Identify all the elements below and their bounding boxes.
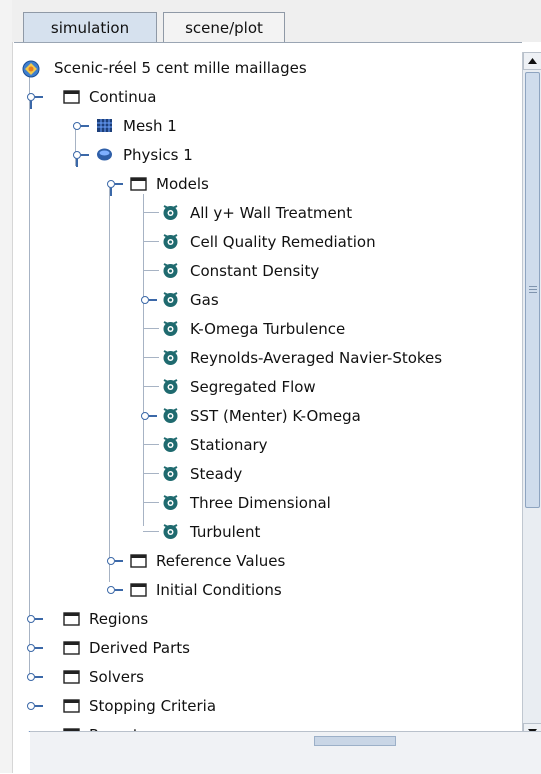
collapse-toggle-icon[interactable]	[25, 670, 43, 684]
tree-root-label: Scenic-réel 5 cent mille maillages	[54, 58, 307, 77]
folder-icon	[63, 698, 80, 713]
model-gear-icon	[162, 262, 179, 279]
tree-item-mesh[interactable]: Mesh 1	[14, 111, 522, 140]
vertical-scrollbar[interactable]	[522, 52, 541, 741]
tree-item-model[interactable]: All y+ Wall Treatment	[14, 198, 522, 227]
tree-item-label: Continua	[89, 87, 157, 106]
physics-icon	[96, 147, 113, 162]
model-gear-icon	[162, 465, 179, 482]
model-gear-icon	[162, 523, 179, 540]
tree-item-solvers[interactable]: Solvers	[14, 662, 522, 691]
folder-icon	[130, 582, 147, 597]
horizontal-scrollbar-thumb[interactable]	[314, 736, 396, 746]
expand-toggle-icon[interactable]	[71, 148, 89, 167]
tree-item-stopping-criteria[interactable]: Stopping Criteria	[14, 691, 522, 720]
model-gear-icon	[162, 378, 179, 395]
collapse-toggle-icon[interactable]	[71, 119, 89, 133]
model-gear-icon	[162, 436, 179, 453]
tree-item-label: Cell Quality Remediation	[190, 232, 376, 251]
tree-item-models[interactable]: Models	[14, 169, 522, 198]
tree-item-model[interactable]: SST (Menter) K-Omega	[14, 401, 522, 430]
model-gear-icon	[162, 320, 179, 337]
folder-icon	[63, 89, 80, 104]
scrollbar-thumb[interactable]	[525, 72, 540, 508]
tree-item-model[interactable]: Turbulent	[14, 517, 522, 546]
collapse-toggle-icon[interactable]	[139, 293, 157, 307]
tree-root[interactable]: Scenic-réel 5 cent mille maillages	[14, 53, 522, 82]
model-gear-icon	[162, 349, 179, 366]
tree-item-label: K-Omega Turbulence	[190, 319, 346, 338]
tree-item-label: Steady	[190, 464, 243, 483]
tree-item-label: All y+ Wall Treatment	[190, 203, 353, 222]
tree-item-physics[interactable]: Physics 1	[14, 140, 522, 169]
collapse-toggle-icon[interactable]	[139, 409, 157, 423]
mesh-grid-icon	[96, 118, 113, 133]
folder-icon	[63, 669, 80, 684]
model-gear-icon	[162, 204, 179, 221]
tree-item-label: Three Dimensional	[190, 493, 331, 512]
tree-item-model[interactable]: Gas	[14, 285, 522, 314]
scroll-up-button[interactable]	[523, 52, 541, 70]
tree-item-label: Solvers	[89, 667, 144, 686]
tree-item-label: Mesh 1	[123, 116, 177, 135]
tree-item-model[interactable]: Cell Quality Remediation	[14, 227, 522, 256]
tree-item-label: Reynolds-Averaged Navier-Stokes	[190, 348, 443, 367]
tree-item-initial-conditions[interactable]: Initial Conditions	[14, 575, 522, 604]
horizontal-scrollbar[interactable]	[30, 731, 541, 774]
folder-icon	[63, 611, 80, 626]
simulation-tree: Scenic-réel 5 cent mille maillages Conti…	[14, 42, 522, 732]
folder-icon	[63, 640, 80, 655]
tree-item-label: Models	[156, 174, 209, 193]
model-gear-icon	[162, 407, 179, 424]
tree-item-derived-parts[interactable]: Derived Parts	[14, 633, 522, 662]
tree-item-model[interactable]: K-Omega Turbulence	[14, 314, 522, 343]
tree-item-label: Constant Density	[190, 261, 320, 280]
tab-bar: simulation scene/plot	[12, 0, 541, 42]
tree-item-label: Gas	[190, 290, 219, 309]
tree-item-model[interactable]: Steady	[14, 459, 522, 488]
tree-item-label: SST (Menter) K-Omega	[190, 406, 361, 425]
expand-toggle-icon[interactable]	[105, 177, 123, 196]
tree-item-label: Stationary	[190, 435, 268, 454]
tree-item-label: Derived Parts	[89, 638, 190, 657]
folder-icon	[130, 553, 147, 568]
tree-item-model[interactable]: Reynolds-Averaged Navier-Stokes	[14, 343, 522, 372]
collapse-toggle-icon[interactable]	[25, 699, 43, 713]
expand-toggle-icon[interactable]	[25, 90, 43, 109]
tree-item-label: Segregated Flow	[190, 377, 316, 396]
tree-item-reference-values[interactable]: Reference Values	[14, 546, 522, 575]
tree-item-label: Turbulent	[190, 522, 261, 541]
collapse-toggle-icon[interactable]	[105, 583, 123, 597]
collapse-toggle-icon[interactable]	[25, 641, 43, 655]
tab-simulation[interactable]: simulation	[23, 12, 157, 42]
tree-item-label: Initial Conditions	[156, 580, 282, 599]
left-gutter	[0, 0, 13, 773]
tree-item-label: Reference Values	[156, 551, 286, 570]
tree-item-label: Regions	[89, 609, 149, 628]
model-gear-icon	[162, 494, 179, 511]
collapse-toggle-icon[interactable]	[25, 612, 43, 626]
tree-item-regions[interactable]: Regions	[14, 604, 522, 633]
tree-item-continua[interactable]: Continua	[14, 82, 522, 111]
tab-scene-plot[interactable]: scene/plot	[163, 12, 285, 42]
model-gear-icon	[162, 291, 179, 308]
collapse-toggle-icon[interactable]	[105, 554, 123, 568]
folder-icon	[130, 176, 147, 191]
tree-item-label: Physics 1	[123, 145, 193, 164]
tree-item-model[interactable]: Constant Density	[14, 256, 522, 285]
tree-item-model[interactable]: Segregated Flow	[14, 372, 522, 401]
tree-item-model[interactable]: Stationary	[14, 430, 522, 459]
model-gear-icon	[162, 233, 179, 250]
tree-item-label: Stopping Criteria	[89, 696, 217, 715]
tree-item-model[interactable]: Three Dimensional	[14, 488, 522, 517]
simulation-globe-icon	[22, 60, 40, 78]
